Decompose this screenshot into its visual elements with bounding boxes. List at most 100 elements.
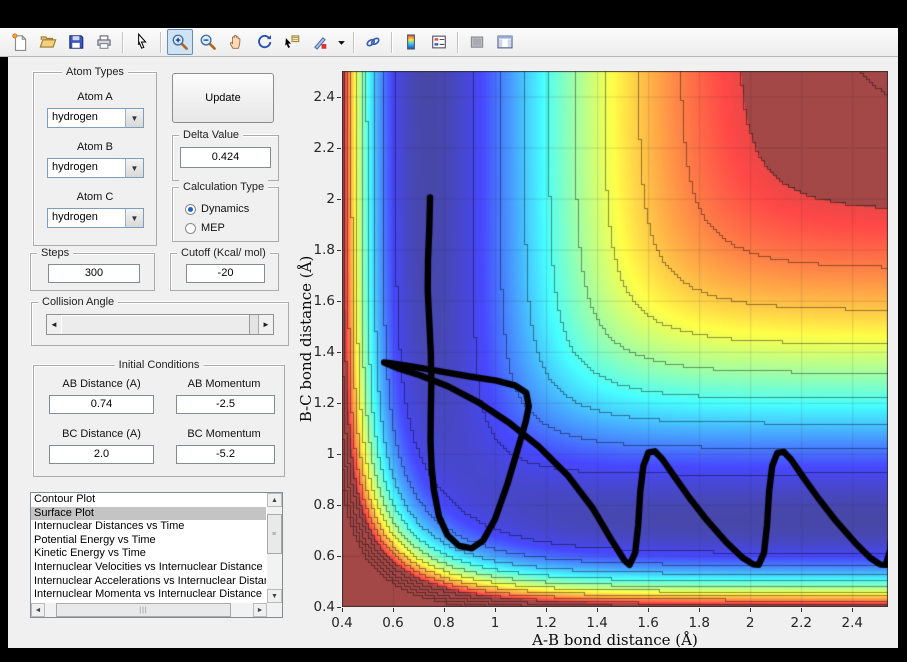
list-item[interactable]: Internuclear Momenta vs Internuclear Dis… <box>31 588 266 602</box>
new-document-button[interactable] <box>7 29 33 55</box>
save-figure-button[interactable] <box>63 29 89 55</box>
y-tick-label: 1 <box>301 446 335 462</box>
atom-c-label: Atom C <box>34 191 156 203</box>
delta-value-field[interactable]: 0.424 <box>180 147 271 168</box>
radio-label: Dynamics <box>201 203 249 215</box>
x-tick-mark <box>852 608 853 612</box>
slider-left-arrow-icon[interactable]: ◄ <box>47 315 62 334</box>
atom-b-dropdown[interactable]: hydrogen ▼ <box>47 158 144 178</box>
scroll-left-arrow-icon[interactable]: ◄ <box>31 603 45 617</box>
update-button[interactable]: Update <box>172 73 274 123</box>
ab-distance-field[interactable]: 0.74 <box>49 395 154 414</box>
bc-momentum-field[interactable]: -5.2 <box>176 445 275 464</box>
radio-circle-icon[interactable] <box>185 223 196 234</box>
collision-angle-slider[interactable]: ◄ ► <box>46 314 274 335</box>
x-tick-label: 1.6 <box>631 615 665 631</box>
zoom-in-button[interactable] <box>167 29 193 55</box>
open-file-button[interactable] <box>35 29 61 55</box>
toolbar-separator <box>122 32 124 53</box>
x-tick-label: 0.6 <box>376 615 410 631</box>
list-item[interactable]: Potential Energy vs Time <box>31 534 266 548</box>
slider-right-arrow-icon[interactable]: ► <box>258 315 273 334</box>
rotate-3d-button[interactable] <box>251 29 277 55</box>
atom-c-dropdown[interactable]: hydrogen ▼ <box>47 208 144 228</box>
collision-angle-title: Collision Angle <box>38 295 118 309</box>
list-item[interactable]: Contour Plot <box>31 493 266 507</box>
list-item[interactable]: Internuclear Distances vs Time <box>31 520 266 534</box>
cutoff-panel: Cutoff (Kcal/ mol) -20 <box>170 253 279 291</box>
listbox-rows: Contour PlotSurface PlotInternuclear Dis… <box>31 493 282 602</box>
x-tick-label: 2.4 <box>835 615 869 631</box>
horizontal-scrollbar[interactable]: ◄ ||| ► <box>31 603 282 617</box>
initial-conditions-title: Initial Conditions <box>115 358 204 372</box>
brush-dropdown-caret-icon[interactable] <box>335 29 348 55</box>
hide-plot-tools-button[interactable] <box>464 29 490 55</box>
data-cursor-button[interactable] <box>279 29 305 55</box>
radio-label: MEP <box>201 222 225 234</box>
edit-plot-pointer-button[interactable] <box>129 29 155 55</box>
list-item[interactable]: Kinetic Energy vs Time <box>31 547 266 561</box>
figure-window: { "toolbar": { "items": ["new-document",… <box>0 0 907 662</box>
atom-b-value: hydrogen <box>52 161 98 173</box>
plot-type-listbox[interactable]: Contour PlotSurface PlotInternuclear Dis… <box>30 492 283 618</box>
x-tick-label: 0.8 <box>427 615 461 631</box>
ab-distance-label: AB Distance (A) <box>49 378 154 390</box>
atom-c-value: hydrogen <box>52 211 98 223</box>
x-axis-label: A-B bond distance (Å) <box>342 631 888 649</box>
radio-mep[interactable]: MEP <box>185 221 225 235</box>
calculation-type-panel: Calculation Type DynamicsMEP <box>172 187 279 242</box>
chevron-down-icon[interactable]: ▼ <box>125 159 143 177</box>
y-tick-mark <box>337 199 341 200</box>
slider-thumb[interactable] <box>61 315 250 334</box>
toolbar-separator <box>457 32 459 53</box>
x-tick-mark <box>495 608 496 612</box>
figure-toolbar <box>0 28 898 57</box>
y-tick-mark <box>337 454 341 455</box>
insert-colorbar-button[interactable] <box>398 29 424 55</box>
y-tick-mark <box>337 148 341 149</box>
y-tick-mark <box>337 556 341 557</box>
x-tick-label: 1.4 <box>580 615 614 631</box>
bc-distance-field[interactable]: 2.0 <box>49 445 154 464</box>
pan-hand-button[interactable] <box>223 29 249 55</box>
atom-a-dropdown[interactable]: hydrogen ▼ <box>47 108 144 128</box>
insert-legend-button[interactable] <box>426 29 452 55</box>
cutoff-field[interactable]: -20 <box>186 264 265 283</box>
vertical-scrollbar[interactable]: ▲ ≡ ▼ <box>267 493 282 603</box>
y-tick-mark <box>337 97 341 98</box>
atom-types-panel: Atom Types Atom A hydrogen ▼ Atom B hydr… <box>33 72 157 246</box>
delta-value-title: Delta Value <box>179 128 243 142</box>
show-plot-tools-button[interactable] <box>492 29 518 55</box>
vertical-scroll-thumb[interactable]: ≡ <box>267 514 282 554</box>
steps-field[interactable]: 300 <box>48 264 140 283</box>
link-plots-button[interactable] <box>360 29 386 55</box>
x-tick-label: 1.2 <box>529 615 563 631</box>
chevron-down-icon[interactable]: ▼ <box>125 209 143 227</box>
y-tick-label: 0.8 <box>301 497 335 513</box>
horizontal-scroll-thumb[interactable]: ||| <box>56 603 231 617</box>
y-tick-label: 0.4 <box>301 599 335 615</box>
zoom-out-button[interactable] <box>195 29 221 55</box>
ab-momentum-field[interactable]: -2.5 <box>176 395 275 414</box>
radio-circle-icon[interactable] <box>185 204 196 215</box>
radio-dynamics[interactable]: Dynamics <box>185 202 249 216</box>
list-item[interactable]: Surface Plot <box>31 507 266 521</box>
brush-data-button[interactable] <box>307 29 333 55</box>
list-item[interactable]: Internuclear Velocities vs Internuclear … <box>31 561 266 575</box>
ab-momentum-label: AB Momentum <box>174 378 274 390</box>
scroll-up-arrow-icon[interactable]: ▲ <box>267 493 282 507</box>
x-tick-mark <box>801 608 802 612</box>
scroll-right-arrow-icon[interactable]: ► <box>253 603 267 617</box>
print-figure-button[interactable] <box>91 29 117 55</box>
contour-plot-canvas[interactable] <box>342 71 888 607</box>
scroll-down-arrow-icon[interactable]: ▼ <box>267 589 282 603</box>
toolbar-overflow-arrow-icon[interactable] <box>885 6 899 20</box>
x-tick-mark <box>648 608 649 612</box>
y-tick-label: 2.4 <box>301 89 335 105</box>
list-item[interactable]: Internuclear Accelerations vs Internucle… <box>31 575 266 589</box>
chevron-down-icon[interactable]: ▼ <box>125 109 143 127</box>
x-tick-mark <box>699 608 700 612</box>
y-axis-label: B-C bond distance (Å) <box>297 256 315 423</box>
y-tick-label: 2.2 <box>301 140 335 156</box>
atom-a-label: Atom A <box>34 91 156 103</box>
